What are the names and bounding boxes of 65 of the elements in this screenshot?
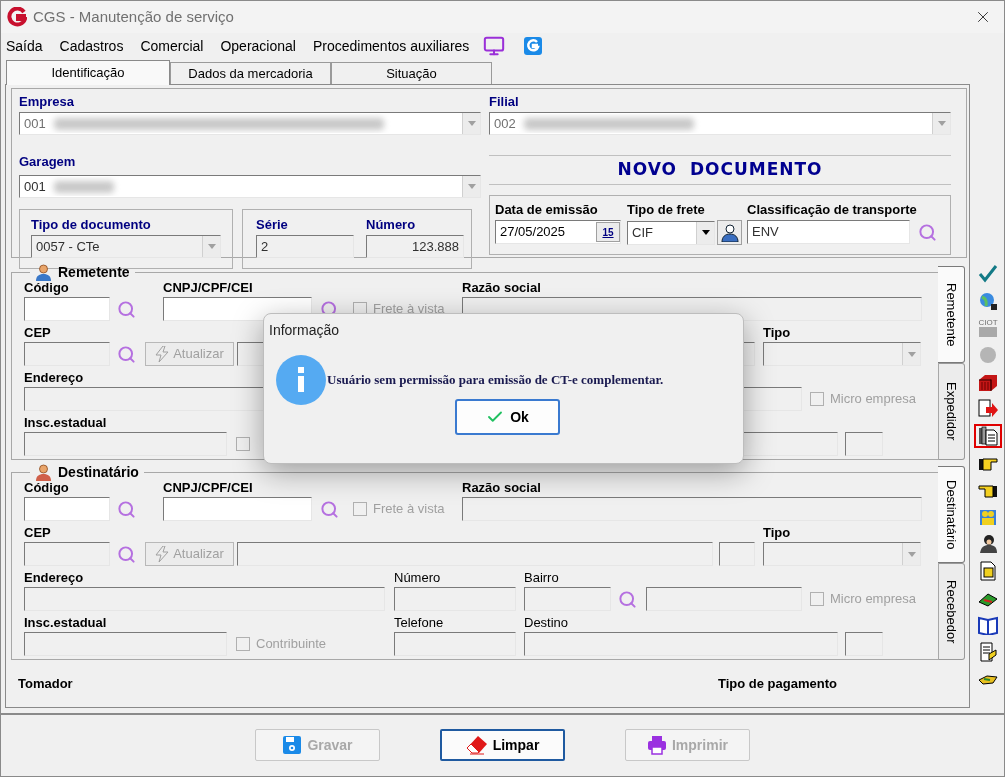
toolbar-button[interactable]: CIOT — [974, 316, 1002, 340]
field-label: Filial — [489, 93, 520, 110]
checkbox-label: Micro empresa — [830, 590, 916, 609]
field-label: Tipo de pagamento — [718, 675, 837, 693]
section-title: Destinatário — [58, 463, 139, 482]
checkbox-label: Contribuinte — [256, 635, 327, 654]
field-label: CEP — [24, 324, 51, 342]
field-label: Código — [24, 479, 69, 497]
dropdown-field[interactable]: 002 — [489, 112, 951, 135]
field-label: Número — [394, 569, 441, 587]
field-label: Tipo de frete — [627, 201, 706, 218]
checkbox-label: Frete à vista — [373, 500, 445, 519]
menu-item[interactable]: Comercial — [140, 35, 204, 57]
field-label: CEP — [24, 524, 51, 542]
date-field[interactable]: 27/05/2025 15 — [495, 220, 621, 244]
vertical-tab[interactable]: Destinatário — [938, 466, 965, 563]
field-label: CNPJ/CPF/CEI — [163, 279, 253, 297]
dropdown-field[interactable]: CIF — [627, 220, 715, 245]
dialog-message: Usuário sem permissão para emissão de CT-e complementar. — [327, 371, 664, 390]
section-title: Remetente — [58, 263, 130, 282]
checkbox-label: Micro empresa — [830, 390, 916, 409]
text-field[interactable]: ENV — [747, 220, 910, 244]
field-label: Insc.estadual — [24, 414, 107, 432]
checkbox-label: Frete à vista — [373, 300, 445, 319]
field-label: Razão social — [462, 279, 541, 297]
menu-item[interactable]: Cadastros — [59, 35, 124, 57]
menu-item[interactable]: Operacional — [220, 35, 296, 57]
text-field[interactable]: 2 — [256, 235, 354, 258]
field-label: Endereço — [24, 569, 84, 587]
vertical-tab[interactable]: Recebedor — [939, 563, 965, 660]
field-label: Código — [24, 279, 69, 297]
tab[interactable]: Situação — [331, 62, 492, 84]
dropdown-field[interactable]: 001 — [19, 112, 481, 135]
tab[interactable]: Dados da mercadoria — [170, 62, 331, 84]
dropdown-field[interactable]: 001 — [19, 175, 481, 198]
ok-button[interactable]: Ok — [455, 399, 560, 435]
field-label: Empresa — [19, 93, 75, 110]
calendar-button[interactable]: 15 — [596, 222, 620, 242]
field-label: Destino — [524, 614, 569, 632]
field-label: Tipo — [763, 524, 791, 542]
field-label: Data de emissão — [495, 201, 599, 218]
field-label: Insc.estadual — [24, 614, 107, 632]
field-label: Classificação de transporte — [747, 201, 918, 218]
field-label: Tomador — [18, 675, 74, 693]
action-button[interactable]: Limpar — [440, 729, 565, 761]
field-label: Bairro — [524, 569, 559, 587]
menu-item[interactable]: Procedimentos auxiliares — [312, 35, 470, 57]
text-field[interactable]: 123.888 — [366, 235, 464, 258]
field-label: Telefone — [394, 614, 444, 632]
dropdown-field[interactable]: 0057 - CTe — [31, 235, 221, 258]
vertical-tab[interactable]: Expedidor — [939, 363, 965, 460]
field-label: Tipo de documento — [31, 216, 152, 233]
field-label: Garagem — [19, 154, 76, 169]
window-title: CGS - Manutenção de serviço — [33, 6, 234, 27]
tab[interactable]: Identificação — [6, 60, 170, 85]
field-label: Número — [366, 216, 417, 233]
field-label: Série — [256, 216, 289, 233]
field-label: CNPJ/CPF/CEI — [163, 479, 253, 497]
dialog-title: Informação — [269, 321, 341, 340]
status-banner: NOVO DOCUMENTO — [489, 155, 951, 185]
field-label: Endereço — [24, 369, 84, 387]
vertical-tab[interactable]: Remetente — [938, 266, 965, 363]
field-label: Tipo — [763, 324, 791, 342]
menu-item[interactable]: Saída — [6, 35, 43, 57]
field-label: Razão social — [462, 479, 541, 497]
